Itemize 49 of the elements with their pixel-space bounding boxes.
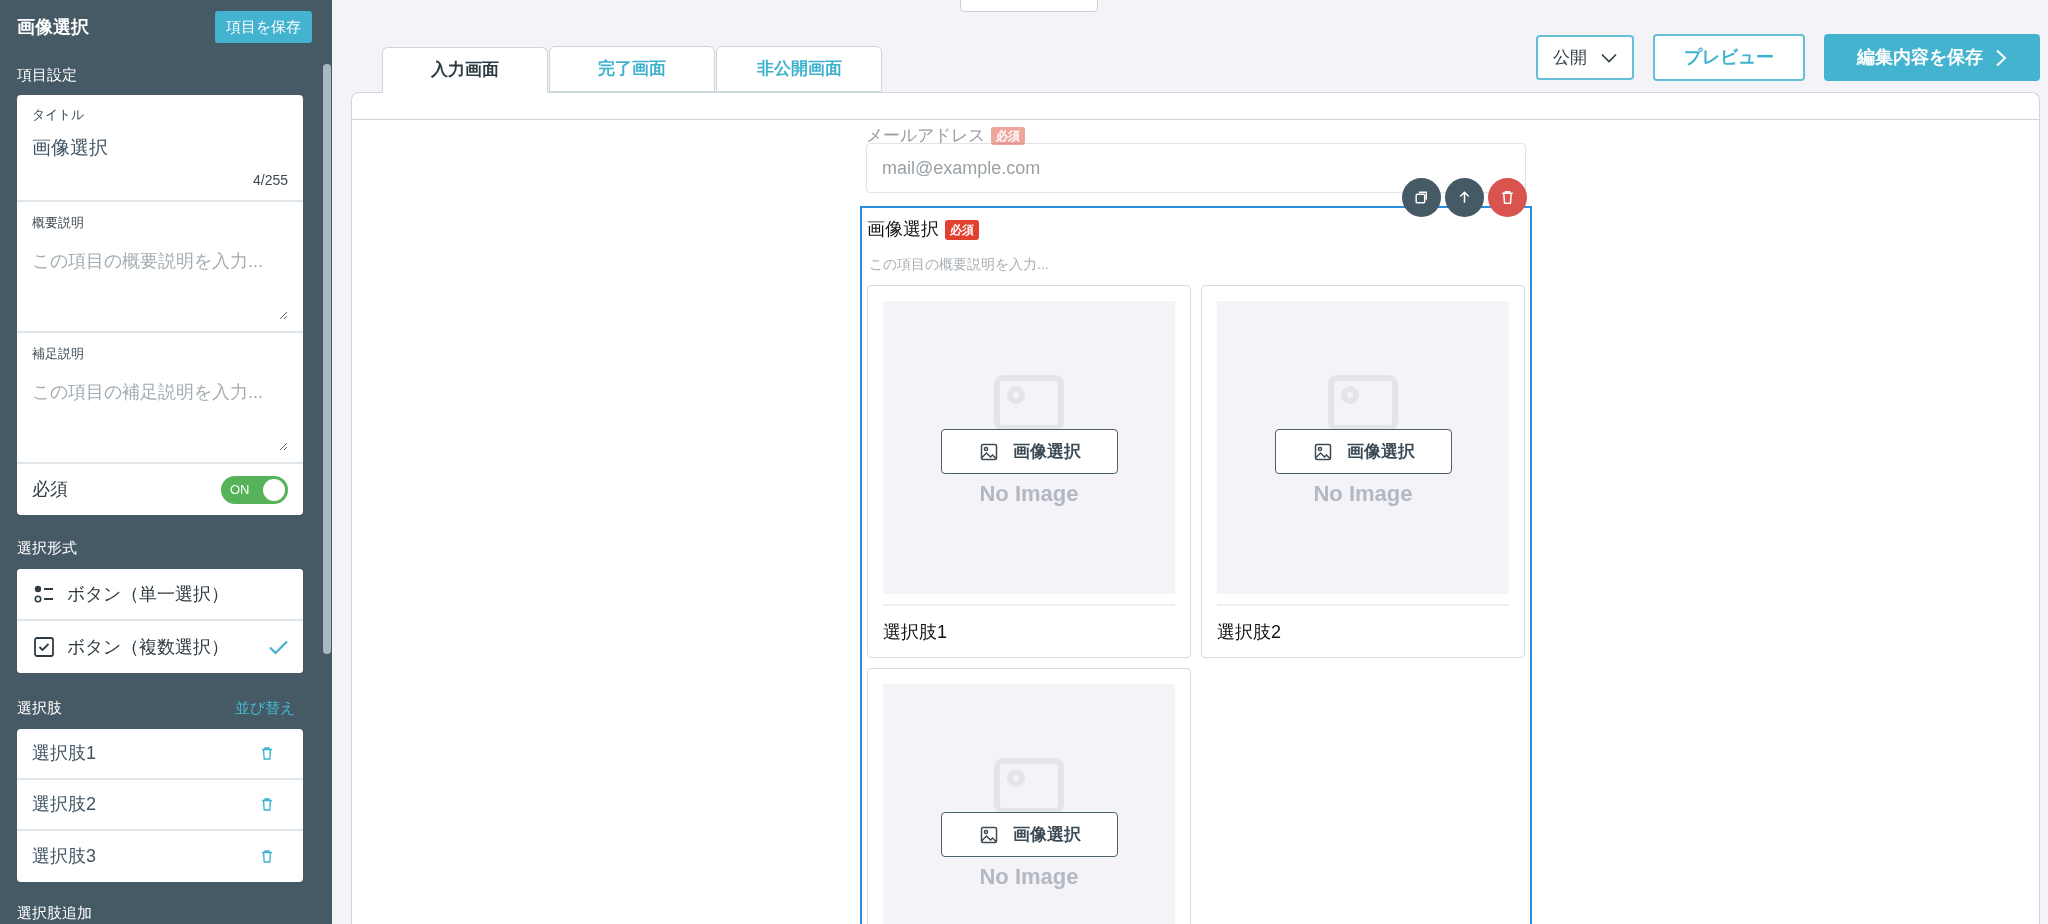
list-icon (33, 583, 55, 605)
image-icon (1312, 441, 1333, 462)
panel-title: 画像選択 (17, 15, 89, 39)
image-icon (978, 441, 999, 462)
no-image-text: No Image (979, 863, 1079, 891)
question-title: 画像選択 (867, 218, 939, 241)
delete-icon[interactable] (259, 796, 275, 813)
section-heading: 選択肢追加 (17, 904, 93, 922)
collapse-button-edge[interactable] (960, 0, 1098, 12)
delete-icon[interactable] (259, 848, 275, 865)
description-input[interactable]: この項目の概要説明を入力... (867, 255, 1525, 273)
no-image-text: No Image (1313, 480, 1413, 508)
section-heading: 項目設定 (17, 66, 78, 84)
field-label: タイトル (32, 106, 85, 124)
email-input[interactable]: mail@example.com (866, 143, 1526, 193)
image-icon (994, 758, 1064, 814)
no-image-text: No Image (979, 480, 1079, 508)
select-image-button[interactable]: 画像選択 (1275, 429, 1452, 474)
select-image-button[interactable]: 画像選択 (941, 812, 1118, 857)
choice-label: 選択肢2 (32, 793, 96, 816)
chevron-right-icon (1995, 48, 2007, 67)
delete-icon[interactable] (259, 745, 275, 762)
image-icon (994, 375, 1064, 431)
duplicate-icon (1413, 189, 1430, 206)
format-option[interactable]: ボタン（単一選択） (17, 569, 303, 621)
choice-label: 選択肢3 (32, 845, 96, 868)
option-label: 選択肢1 (883, 621, 948, 644)
tab[interactable]: 入力画面 (382, 47, 548, 93)
section-heading: 選択形式 (17, 539, 78, 557)
required-badge: 必須 (945, 219, 979, 240)
option-label: 選択肢2 (1217, 621, 1282, 644)
title-input[interactable]: 画像選択 (32, 133, 288, 162)
scrollbar-thumb[interactable] (323, 64, 331, 654)
image-icon (1328, 375, 1398, 431)
required-badge: 必須 (991, 126, 1025, 145)
image-icon (978, 824, 999, 845)
description-textarea[interactable]: この項目の概要説明を入力... (32, 247, 288, 320)
section-heading: 選択肢 (17, 699, 62, 717)
character-counter: 4/255 (252, 171, 288, 190)
choice-label: 選択肢1 (32, 742, 96, 765)
delete-icon (1499, 189, 1516, 206)
delete-button[interactable] (1488, 178, 1527, 217)
description-textarea[interactable]: この項目の補足説明を入力... (32, 378, 288, 451)
field-label: 補足説明 (32, 345, 85, 363)
checkbox-icon (33, 636, 55, 658)
visibility-dropdown[interactable]: 公開 (1536, 35, 1634, 80)
field-label: 概要説明 (32, 214, 85, 232)
select-image-button[interactable]: 画像選択 (941, 429, 1118, 474)
required-label: 必須 (32, 478, 68, 501)
